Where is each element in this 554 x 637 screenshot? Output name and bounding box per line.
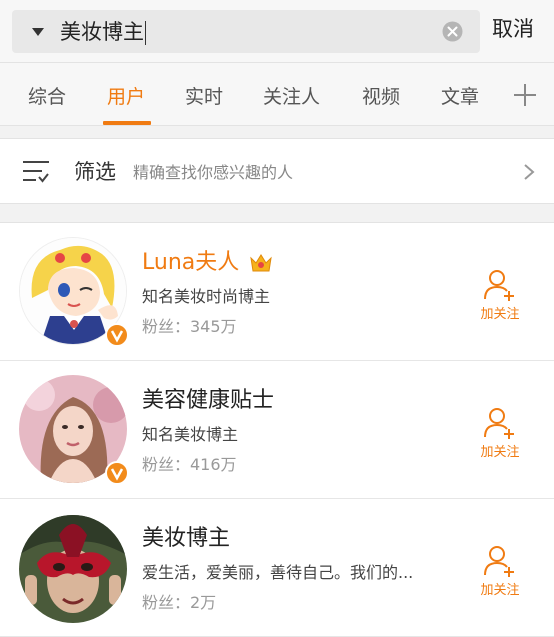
fans-count: 粉丝：2万 xyxy=(142,593,217,612)
user-card[interactable]: 美容健康贴士 知名美妆博主 粉丝：416万 加关注 xyxy=(0,361,554,499)
user-name[interactable]: Luna夫人 xyxy=(142,249,239,277)
tab-all[interactable]: 综合 xyxy=(28,85,66,109)
filter-row[interactable]: 筛选 精确查找你感兴趣的人 xyxy=(0,138,554,204)
masquerade-avatar-image xyxy=(19,515,127,623)
text-cursor xyxy=(145,21,146,45)
search-query-text: 美妆博主 xyxy=(60,20,144,44)
follow-label: 加关注 xyxy=(480,307,520,322)
follow-button[interactable]: 加关注 xyxy=(470,267,530,327)
user-name[interactable]: 美妆博主 xyxy=(142,525,230,553)
filter-label: 筛选 xyxy=(74,160,116,184)
tab-videos[interactable]: 视频 xyxy=(362,85,400,109)
fans-count: 粉丝：416万 xyxy=(142,455,237,474)
tab-realtime[interactable]: 实时 xyxy=(185,85,223,109)
follow-button[interactable]: 加关注 xyxy=(470,405,530,465)
search-header: 美妆博主 取消 xyxy=(0,0,554,62)
user-name[interactable]: 美容健康贴士 xyxy=(142,387,274,415)
follow-button[interactable]: 加关注 xyxy=(470,543,530,603)
user-card[interactable]: Luna夫人 知名美妆时尚博主 粉丝：345万 加关注 xyxy=(0,223,554,361)
filter-hint: 精确查找你感兴趣的人 xyxy=(133,163,294,182)
user-description: 知名美妆博主 xyxy=(142,425,239,444)
avatar[interactable] xyxy=(19,515,127,623)
tab-articles[interactable]: 文章 xyxy=(441,85,484,109)
add-user-icon xyxy=(484,270,514,301)
crown-icon xyxy=(250,254,272,272)
add-tab-icon[interactable] xyxy=(514,84,536,106)
active-tab-indicator xyxy=(103,121,151,125)
clear-icon[interactable] xyxy=(442,21,463,42)
search-type-tabs: 综合 用户 实时 关注人 视频 文章 xyxy=(0,62,554,126)
verified-badge-icon xyxy=(105,323,129,347)
tab-following[interactable]: 关注人 xyxy=(263,85,320,109)
follow-label: 加关注 xyxy=(480,445,520,460)
cancel-button[interactable]: 取消 xyxy=(492,15,534,43)
user-description: 爱生活，爱美丽，善待自己。我们的... xyxy=(142,563,414,582)
search-input[interactable]: 美妆博主 xyxy=(12,10,480,53)
chevron-right-icon xyxy=(524,164,535,180)
add-user-icon xyxy=(484,408,514,439)
add-user-icon xyxy=(484,546,514,577)
verified-badge-icon xyxy=(105,461,129,485)
fans-count: 粉丝：345万 xyxy=(142,317,237,336)
filter-icon xyxy=(23,161,49,183)
user-description: 知名美妆时尚博主 xyxy=(142,287,271,306)
tab-users[interactable]: 用户 xyxy=(107,85,145,109)
dropdown-caret-icon[interactable] xyxy=(32,28,44,36)
user-card[interactable]: 美妆博主 爱生活，爱美丽，善待自己。我们的... 粉丝：2万 加关注 xyxy=(0,499,554,637)
follow-label: 加关注 xyxy=(480,583,520,598)
user-result-list: Luna夫人 知名美妆时尚博主 粉丝：345万 加关注 美容健康贴士 知名美妆博… xyxy=(0,222,554,637)
